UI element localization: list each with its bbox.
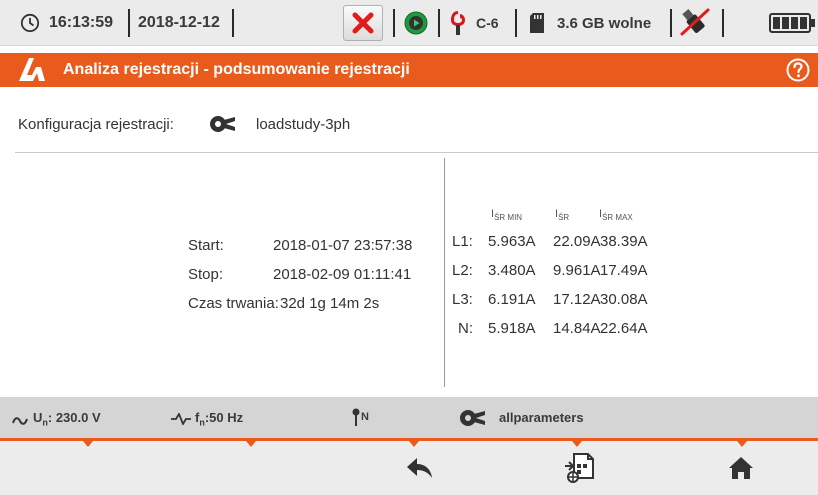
- value-avg: 17.12A: [553, 291, 601, 308]
- status-time: 16:13:59: [49, 14, 114, 31]
- value-max: 17.49A: [600, 262, 648, 279]
- tab-notch: [572, 441, 582, 447]
- logo-icon: [16, 55, 48, 90]
- clock-icon: [20, 0, 40, 46]
- phase-label: L2:: [452, 262, 473, 279]
- value-avg: 9.961A: [553, 262, 601, 279]
- separator: [722, 9, 724, 37]
- frequency-icon: [171, 411, 191, 430]
- help-icon[interactable]: [786, 58, 810, 87]
- tab-notch: [83, 441, 93, 447]
- info-strip: [0, 397, 818, 438]
- separator: [128, 9, 130, 37]
- divider: [15, 152, 818, 153]
- separator: [438, 9, 440, 37]
- title-bar: Analiza rejestracji - podsumowanie rejes…: [0, 53, 818, 87]
- header-i-avg-min: IŚR MIN: [491, 208, 523, 223]
- play-icon[interactable]: [404, 0, 428, 46]
- status-date: 2018-12-12: [138, 14, 220, 31]
- clamp-type: C-6: [476, 15, 499, 31]
- start-value: 2018-01-07 23:57:38: [273, 237, 413, 254]
- probe-icon: [352, 408, 360, 431]
- phase-label: L3:: [452, 291, 473, 308]
- separator: [232, 9, 234, 37]
- stop-recording-button[interactable]: [343, 0, 383, 46]
- value-avg: 22.09A: [553, 233, 601, 250]
- value-max: 22.64A: [600, 320, 648, 337]
- value-min: 3.480A: [488, 262, 536, 279]
- separator: [670, 9, 672, 37]
- value-min: 6.191A: [488, 291, 536, 308]
- home-icon: [729, 457, 753, 479]
- value-avg: 14.84A: [553, 320, 601, 337]
- report-button[interactable]: [555, 448, 605, 488]
- value-min: 5.963A: [488, 233, 536, 250]
- neutral-label: N: [361, 411, 369, 423]
- tab-notch: [409, 441, 419, 447]
- separator: [515, 9, 517, 37]
- nominal-frequency: fn:50 Hz: [195, 410, 244, 428]
- clamp-icon: [450, 0, 466, 46]
- home-button[interactable]: [716, 448, 766, 488]
- profile-icon: [458, 405, 488, 436]
- profile-name: allparameters: [499, 410, 584, 425]
- phase-label: N:: [458, 320, 473, 337]
- stop-value: 2018-02-09 01:11:41: [273, 266, 412, 283]
- stop-label: Stop:: [188, 266, 224, 283]
- sd-card-icon: [529, 0, 545, 46]
- value-min: 5.918A: [488, 320, 536, 337]
- nominal-voltage: Un: 230.0 V: [33, 410, 101, 428]
- duration-label: Czas trwania:: [188, 295, 279, 312]
- usb-disconnected-icon: [678, 0, 712, 46]
- divider: [444, 158, 445, 387]
- battery-icon: [769, 0, 815, 46]
- header-i-avg-max: IŚR MAX: [599, 208, 633, 223]
- value-max: 38.39A: [600, 233, 648, 250]
- storage-free: 3.6 GB wolne: [557, 14, 652, 32]
- phase-label: L1:: [452, 233, 473, 250]
- duration-value: 32d 1g 14m 2s: [280, 295, 380, 312]
- close-icon: [343, 5, 383, 41]
- header-i-avg: IŚR: [555, 208, 570, 223]
- report-icon: [565, 453, 594, 483]
- value-max: 30.08A: [600, 291, 648, 308]
- config-name: loadstudy-3ph: [256, 116, 351, 133]
- config-profile-icon: [208, 111, 238, 142]
- start-label: Start:: [188, 237, 224, 254]
- back-button[interactable]: [395, 448, 445, 488]
- back-arrow-icon: [407, 458, 432, 478]
- tab-notch: [737, 441, 747, 447]
- config-label: Konfiguracja rejestracji:: [18, 116, 174, 133]
- tab-notch: [246, 441, 256, 447]
- ac-wave-icon: [12, 413, 28, 431]
- page-title: Analiza rejestracji - podsumowanie rejes…: [63, 61, 410, 78]
- status-bar: 16:13:59 2018-12-12 C-6 3.6 GB wolne: [0, 0, 818, 46]
- separator: [393, 9, 395, 37]
